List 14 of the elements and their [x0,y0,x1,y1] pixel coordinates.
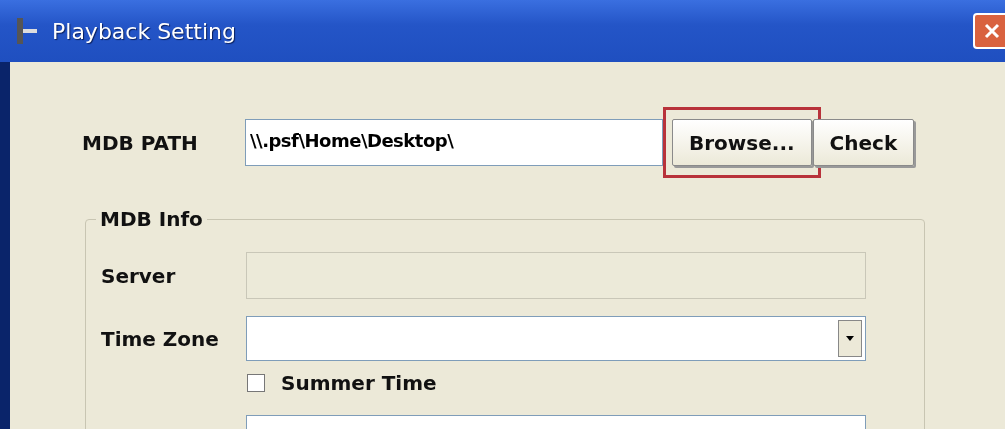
dropdown-arrow-icon [844,334,856,343]
close-button[interactable] [973,13,1005,49]
push-button[interactable]: Check [812,119,915,166]
checkbox[interactable] [247,374,265,392]
window-title: Playback Setting [52,18,236,44]
app-icon [14,18,38,44]
time-zone-dropdown[interactable] [246,316,866,361]
checkbox-label: Summer Time [281,371,437,395]
field-label: Server [101,263,177,288]
push-button[interactable]: Browse... [672,119,812,166]
path-field[interactable]: \\.psf\Home\Desktop\ [245,119,663,166]
field-label: MDB PATH [82,130,199,155]
field-label: Time Zone [101,326,220,351]
close-icon [982,21,1002,41]
